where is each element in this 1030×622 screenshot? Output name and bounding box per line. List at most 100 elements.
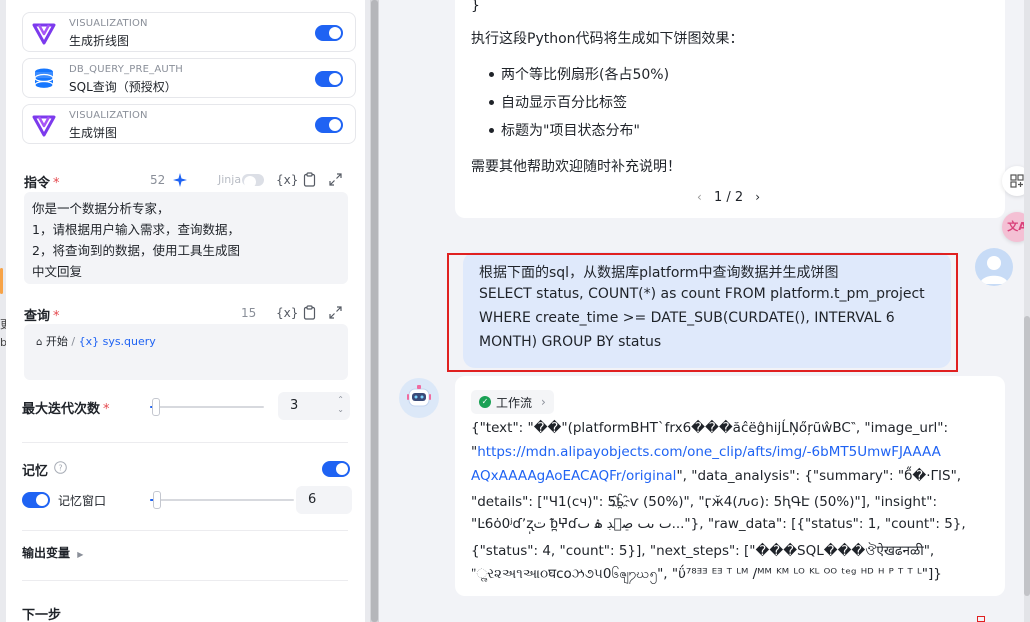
max-iterations-label-text: 最大迭代次数 xyxy=(22,402,101,417)
tool-type: DB_QUERY_PRE_AUTH xyxy=(69,64,183,75)
ai-message-card: } 执行这段Python代码将生成如下饼图效果： 两个等比例扇形(各占50%) … xyxy=(455,0,1005,218)
ai-bullet: 两个等比例扇形(各占50%) xyxy=(501,67,670,83)
robot-icon xyxy=(407,385,431,407)
divider xyxy=(22,530,348,531)
instruction-label-text: 指令 xyxy=(24,176,51,191)
jinja-label: Jinja xyxy=(218,173,242,186)
svg-text:?: ? xyxy=(58,464,62,473)
json-text: {"status": 4, "count": 5}], "next_steps"… xyxy=(471,543,935,559)
ai-intro: 执行这段Python代码将生成如下饼图效果： xyxy=(471,31,744,47)
memory-window-value: 6 xyxy=(308,492,317,507)
insert-variable-button[interactable]: {x} xyxy=(276,306,298,320)
json-text: "ૢર૨અ૧આ૦घcoઝ૭૫0၆ၛ႒ဃ၅", "ΰ⁷⁸ᴲᴲ ᴱᴲ ᵀ ᴸᴹ /ᴹ… xyxy=(471,566,942,582)
check-circle-icon: ✓ xyxy=(479,396,491,408)
json-line: "details": ["Ч1(сч)": 5ҍ҈ѵ (50%)", "ӷӂ4(… xyxy=(471,492,937,510)
json-line: "ૢર૨અ૧આ૦घcoઝ૭૫0၆ၛ႒ဃ၅", "ΰ⁷⁸ᴲᴲ ᴱᴲ ᵀ ᴸᴹ /ᴹ… xyxy=(471,564,942,585)
required-mark: * xyxy=(53,176,60,191)
memory-toggle[interactable] xyxy=(322,461,350,477)
tool-card-pie-chart[interactable]: VISUALIZATION 生成饼图 xyxy=(22,104,356,144)
output-variables-toggle[interactable]: 输出变量 ▶ xyxy=(22,544,83,561)
max-iterations-input[interactable]: 3 ⌃ ⌄ xyxy=(278,392,350,420)
help-icon[interactable]: ? xyxy=(54,461,67,474)
pager-text: 1 / 2 xyxy=(713,190,744,205)
chevron-right-icon[interactable]: › xyxy=(755,190,760,204)
json-text: {"text": "��"(platformBHT`frx6���ăĉëĝhij… xyxy=(471,420,949,436)
tool-enable-toggle[interactable] xyxy=(315,71,343,87)
query-label: 查询 * xyxy=(24,305,60,324)
workflow-reply-card: ✓ 工作流 › {"text": "��"(platformBHT`frx6��… xyxy=(455,376,1005,596)
insert-variable-button[interactable]: {x} xyxy=(276,173,298,187)
image-url-link[interactable]: AQxAAAAgAoEACAQFr/original xyxy=(471,468,676,484)
variable-chip-start[interactable]: ⌂ 开始 / {x} sys.query xyxy=(32,332,160,350)
database-icon xyxy=(34,68,54,90)
ai-bullet: 标题为"项目状态分布" xyxy=(501,123,640,139)
instruction-line: 中文回复 xyxy=(32,264,83,279)
json-line: "Ŀ6ȯ0ʲɗʼʐ̩ت ᵬ̪ⵖ̄ɗٮ ٮٮ ڝۘڊ ۿ ٮ..."}, "raw… xyxy=(471,516,966,532)
chevron-left-icon[interactable]: ‹ xyxy=(697,190,702,204)
tool-name: 生成折线图 xyxy=(69,34,130,48)
memory-window-slider[interactable] xyxy=(150,499,294,501)
workflow-tag[interactable]: ✓ 工作流 › xyxy=(471,390,554,414)
memory-label: 记忆 xyxy=(22,460,48,479)
json-text: "details": ["Ч1(сч)": 5ҍ҈ѵ (50%)", "ӷӂ4(… xyxy=(471,494,938,510)
expand-icon[interactable] xyxy=(329,173,342,186)
chevron-right-icon: › xyxy=(541,395,546,409)
json-line: "https://mdn.alipayobjects.com/one_clip/… xyxy=(471,444,941,460)
image-url-link[interactable]: https://mdn.alipayobjects.com/one_clip/a… xyxy=(477,444,941,460)
query-char-count: 15 xyxy=(241,306,257,320)
tool-card-sql-query[interactable]: DB_QUERY_PRE_AUTH SQL查询（预授权） xyxy=(22,58,356,98)
clipboard-icon[interactable] xyxy=(303,305,316,320)
tool-name: SQL查询（预授权） xyxy=(69,80,177,94)
max-iterations-label: 最大迭代次数 * xyxy=(22,398,110,417)
expand-icon[interactable] xyxy=(329,306,342,319)
caret-right-icon: ▶ xyxy=(77,550,84,559)
ai-bullet: 自动显示百分比标签 xyxy=(501,95,627,111)
tool-card-line-chart[interactable]: VISUALIZATION 生成折线图 xyxy=(22,12,356,52)
tool-enable-toggle[interactable] xyxy=(315,117,343,133)
divider xyxy=(22,580,348,581)
required-mark: * xyxy=(103,402,110,417)
bot-avatar xyxy=(399,378,439,418)
required-mark: * xyxy=(53,309,60,324)
scrollbar-thumb[interactable] xyxy=(371,0,378,622)
json-line: {"text": "��"(platformBHT`frx6���ăĉëĝhij… xyxy=(471,420,948,436)
scrollbar-thumb[interactable] xyxy=(1024,316,1030,596)
user-avatar xyxy=(975,248,1013,286)
slider-handle[interactable] xyxy=(152,398,160,416)
chip-variable-text: {x} sys.query xyxy=(78,335,156,348)
selected-node-indicator xyxy=(0,268,3,294)
instruction-char-count: 52 xyxy=(150,173,166,187)
annotation-highlight-box xyxy=(447,253,958,372)
json-line: AQxAAAAgAoEACAQFr/original", "data_analy… xyxy=(471,468,961,484)
slider-handle[interactable] xyxy=(153,491,161,509)
max-iterations-slider[interactable] xyxy=(150,406,264,408)
layout-grid-glyph xyxy=(1010,174,1024,188)
clipboard-icon[interactable] xyxy=(303,172,316,187)
instruction-editor[interactable]: 你是一个数据分析专家， 1，请根据用户输入需求，查询数据， 2，将查询到的数据，… xyxy=(24,192,348,284)
ai-closing: 需要其他帮助欢迎随时补充说明！ xyxy=(471,159,681,175)
chip-separator: / xyxy=(71,335,76,348)
query-editor[interactable]: ⌂ 开始 / {x} sys.query xyxy=(24,324,348,380)
ai-sparkle-icon[interactable] xyxy=(173,173,187,187)
code-tail: } xyxy=(471,0,480,14)
tool-name: 生成饼图 xyxy=(69,126,118,140)
instruction-line: 1，请根据用户输入需求，查询数据， xyxy=(32,222,240,237)
bullet xyxy=(489,72,494,77)
panel-scrollbar[interactable] xyxy=(370,0,379,622)
output-variables-label: 输出变量 xyxy=(22,546,71,560)
annotation-fragment xyxy=(977,616,985,622)
chat-scrollbar[interactable] xyxy=(1024,0,1030,622)
memory-window-input[interactable]: 6 xyxy=(296,486,352,514)
tool-enable-toggle[interactable] xyxy=(315,25,343,41)
memory-label-text: 记忆 xyxy=(22,464,49,479)
stepper-arrows[interactable]: ⌃ ⌄ xyxy=(337,395,344,415)
agent-config-panel: 更 b VISUALIZATION 生成折线图 DB_QUERY_PRE_AUT… xyxy=(0,0,370,622)
instruction-line: 2，将查询到的数据，使用工具生成图 xyxy=(32,243,240,258)
next-step-label: 下一步 xyxy=(22,608,62,622)
workflow-tag-text: 工作流 xyxy=(496,395,533,410)
tool-type: VISUALIZATION xyxy=(69,110,148,121)
jinja-toggle[interactable] xyxy=(242,174,264,188)
json-text: "Ŀ6ȯ0ʲɗʼʐ̩ت ᵬ̪ⵖ̄ɗٮ ٮٮ ڝۘڊ ۿ ٮ..."}, "raw… xyxy=(471,516,966,532)
query-label-text: 查询 xyxy=(24,309,51,324)
memory-window-toggle[interactable] xyxy=(22,492,50,508)
